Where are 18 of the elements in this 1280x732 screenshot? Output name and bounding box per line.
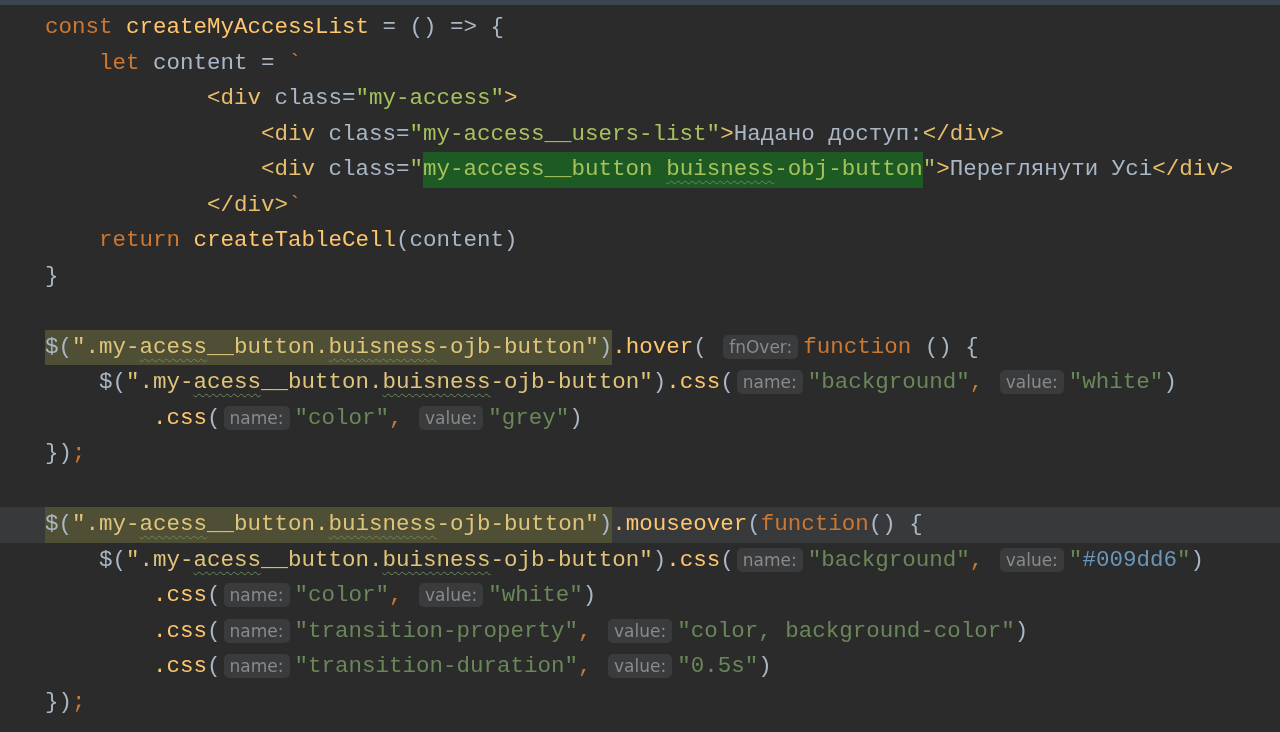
code-line: <div class="my-access__button buisness-obj-button">Переглянути Усі</div> [45,152,1234,188]
code-line: </div>` [206,190,302,220]
code-line: <div class="my-access"> [206,84,518,113]
code-line: $(".my-acess__button.buisness-ojb-button").hover( fnOver: function () { [45,329,979,365]
code-line: <div class="my-access__users-list">Надано доступ:</div> [260,119,1004,149]
code-line: .css( name: "transition-duration", value: "0.5s") [152,652,772,681]
code-line: $(".my-acess__button.buisness-ojb-button").css( name: "background", value: "#009dd6") [98,545,1204,575]
code-line: let content = ` [98,48,302,78]
code-line: .css( name: "color", value: "white") [152,581,597,610]
code-line: } [45,261,59,291]
code-line: .css( name: "transition-property", value: "color, background-color") [152,616,1029,646]
code-line: $(".my-acess__button.buisness-ojb-button").css( name: "background", value: "white") [98,368,1177,397]
code-line: .css( name: "color", value: "grey") [152,403,583,433]
code-line: }); [45,687,86,717]
code-line: $(".my-acess__button.buisness-ojb-button").mouseover(function() { [45,507,923,543]
code-line: }); [45,439,86,468]
code-line: return createTableCell(content) [98,226,518,255]
code-line: const createMyAccessList = () => { [45,13,505,42]
